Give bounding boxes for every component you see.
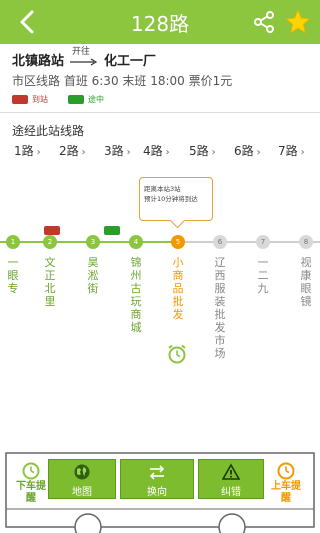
transfer-lines-title: 途经此站线路 (12, 124, 85, 138)
transfer-line-item[interactable]: 5路 › (189, 142, 216, 159)
stop-name[interactable]: 文正北里 (42, 256, 58, 308)
stop-name-current[interactable]: 小商品批发 (170, 256, 186, 321)
stop-marker[interactable]: 4 (129, 235, 143, 249)
stop-marker[interactable]: 1 (6, 235, 20, 249)
get-off-reminder-label: 下车提醒 (16, 481, 46, 504)
arrival-tooltip: 距离本站3站 预计10分钟将到达 (139, 177, 213, 221)
direction-indicator: 开往 (70, 47, 98, 68)
direction-label: 开往 (72, 46, 91, 57)
favorite-star-icon[interactable] (284, 8, 312, 36)
chevron-right-icon: › (256, 147, 261, 158)
bus-legend: 到站 途中 (12, 94, 104, 105)
stop-name[interactable]: 一二九 (255, 256, 271, 295)
alarm-clock-icon[interactable] (166, 343, 188, 365)
stop-marker[interactable]: 2 (43, 235, 57, 249)
transfer-line-item[interactable]: 2路 › (59, 142, 86, 159)
warning-icon (222, 463, 240, 480)
arrived-bus-marker (44, 226, 60, 235)
get-on-reminder-button[interactable]: 上车提醒 (270, 457, 302, 517)
stop-marker-current[interactable]: 5 (171, 235, 185, 249)
transfer-lines-list: 1路 › 2路 › 3路 › 4路 › 5路 › 6路 › 7路 › (0, 142, 320, 160)
transfer-line-label: 3路 (104, 144, 124, 158)
stop-marker[interactable]: 7 (256, 235, 270, 249)
top-bar: 128路 (0, 0, 320, 44)
stop-name[interactable]: 一眼专 (5, 256, 21, 295)
transfer-line-label: 2路 (59, 144, 79, 158)
transfer-line-item[interactable]: 1路 › (14, 142, 41, 159)
chevron-right-icon: › (126, 147, 131, 158)
transfer-line-item[interactable]: 3路 › (104, 142, 131, 159)
transfer-line-label: 5路 (189, 144, 209, 158)
map-button[interactable]: 地图 (48, 459, 116, 499)
stop-marker[interactable]: 8 (299, 235, 313, 249)
route-schedule: 市区线路 首班 6:30 末班 18:00 票价1元 (12, 74, 233, 88)
transfer-line-label: 7路 (278, 144, 298, 158)
report-label: 纠错 (221, 487, 241, 498)
route-info: 北镇路站 开往 化工一厂 市区线路 首班 6:30 末班 18:00 票价1元 … (0, 44, 320, 112)
tooltip-distance: 距离本站3站 (144, 185, 181, 193)
chevron-right-icon: › (165, 147, 170, 158)
alarm-clock-icon (22, 462, 40, 480)
transfer-line-label: 4路 (143, 144, 163, 158)
map-label: 地图 (72, 487, 92, 498)
back-arrow-icon[interactable] (14, 8, 42, 36)
destination-station: 化工一厂 (104, 54, 157, 69)
stop-marker[interactable]: 6 (213, 235, 227, 249)
transfer-line-item[interactable]: 6路 › (234, 142, 261, 159)
page-title: 128路 (130, 11, 190, 36)
legend-enroute: 途中 (88, 95, 104, 104)
get-on-reminder-label: 上车提醒 (271, 481, 301, 504)
stop-name[interactable]: 昊淞街 (85, 256, 101, 295)
chevron-right-icon: › (81, 147, 86, 158)
chevron-right-icon: › (211, 147, 216, 158)
swap-arrows-icon (149, 465, 165, 480)
stop-name[interactable]: 视康眼镜 (298, 256, 314, 308)
divider (0, 112, 320, 113)
origin-station: 北镇路站 (12, 54, 65, 69)
enroute-bus-icon (68, 95, 84, 104)
alarm-clock-icon (277, 462, 295, 480)
report-error-button[interactable]: 纠错 (198, 459, 264, 499)
arrow-right-icon (70, 57, 98, 66)
legend-arrived: 到站 (32, 95, 48, 104)
get-off-reminder-button[interactable]: 下车提醒 (15, 457, 47, 517)
chevron-right-icon: › (36, 147, 41, 158)
globe-icon (74, 464, 90, 480)
stop-marker[interactable]: 3 (86, 235, 100, 249)
chevron-right-icon: › (300, 147, 305, 158)
stop-name[interactable]: 锦州古玩商城 (128, 256, 144, 334)
transfer-line-label: 6路 (234, 144, 254, 158)
reverse-label: 换向 (147, 487, 167, 498)
transfer-line-item[interactable]: 4路 › (143, 142, 170, 159)
route-direction: 北镇路站 开往 化工一厂 (12, 47, 157, 70)
tooltip-eta: 预计10分钟将到达 (144, 195, 198, 203)
reverse-direction-button[interactable]: 换向 (120, 459, 194, 499)
stop-name[interactable]: 辽西服装批发市场 (212, 256, 228, 360)
transfer-line-label: 1路 (14, 144, 34, 158)
enroute-bus-marker (104, 226, 120, 235)
share-icon[interactable] (252, 10, 276, 34)
arrived-bus-icon (12, 95, 28, 104)
transfer-line-item[interactable]: 7路 › (278, 142, 305, 159)
bottom-toolbar: 下车提醒 地图 换向 纠错 上车提醒 (0, 447, 320, 533)
